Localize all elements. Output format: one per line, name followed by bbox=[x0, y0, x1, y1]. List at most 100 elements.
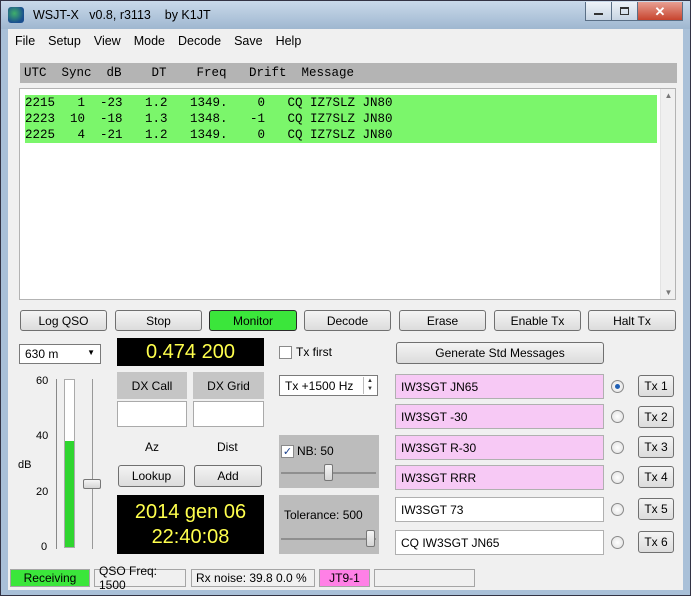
tx5-button[interactable]: Tx 5 bbox=[638, 498, 674, 520]
menu-view[interactable]: View bbox=[88, 34, 127, 48]
halt-tx-button[interactable]: Halt Tx bbox=[588, 310, 676, 331]
spin-down-icon[interactable]: ▼ bbox=[364, 385, 376, 393]
meter-level-bar bbox=[65, 441, 74, 547]
tx5-radio[interactable] bbox=[611, 503, 624, 516]
menu-file[interactable]: File bbox=[8, 34, 41, 48]
tx2-radio[interactable] bbox=[611, 410, 624, 423]
status-extra bbox=[374, 569, 475, 587]
clock-time: 22:40:08 bbox=[151, 526, 230, 548]
scroll-up-icon[interactable]: ▲ bbox=[664, 91, 673, 100]
tolerance-label: Tolerance: 500 bbox=[284, 508, 363, 522]
spin-up-icon[interactable]: ▲ bbox=[364, 377, 376, 385]
dx-grid-label: DX Grid bbox=[193, 372, 264, 399]
generate-std-messages-button[interactable]: Generate Std Messages bbox=[396, 342, 604, 364]
tx-offset-spinbox[interactable]: Tx +1500 Hz ▲ ▼ bbox=[279, 375, 378, 396]
tolerance-slider-track bbox=[281, 538, 376, 540]
chevron-down-icon: ▼ bbox=[87, 348, 95, 357]
meter-tick-label: 40 bbox=[36, 430, 49, 442]
stop-button[interactable]: Stop bbox=[115, 310, 202, 331]
tx-offset-value: Tx +1500 Hz bbox=[285, 378, 354, 393]
tx-first-option[interactable]: Tx first bbox=[279, 345, 332, 359]
menu-help[interactable]: Help bbox=[270, 34, 308, 48]
tx1-radio[interactable] bbox=[611, 380, 624, 393]
tx6-message-field[interactable]: CQ IW3SGT JN65 bbox=[395, 530, 604, 555]
decode-row[interactable]: 2225 4 -21 1.2 1349. 0 CQ IZ7SLZ JN80 bbox=[25, 127, 657, 143]
meter-tick-label: 0 bbox=[41, 541, 48, 553]
title-bar: WSJT-X v0.8, r3113 by K1JT ✕ bbox=[1, 1, 690, 29]
decode-row[interactable]: 2215 1 -23 1.2 1349. 0 CQ IZ7SLZ JN80 bbox=[25, 95, 657, 111]
tolerance-panel: Tolerance: 500 bbox=[279, 495, 379, 554]
tx3-radio[interactable] bbox=[611, 441, 624, 454]
add-button[interactable]: Add bbox=[194, 465, 262, 487]
menu-mode[interactable]: Mode bbox=[128, 34, 171, 48]
decode-list-header: UTC Sync dB DT Freq Drift Message bbox=[20, 63, 677, 83]
menu-setup[interactable]: Setup bbox=[42, 34, 87, 48]
enable-tx-button[interactable]: Enable Tx bbox=[494, 310, 581, 331]
tx2-message-field[interactable]: IW3SGT -30 bbox=[395, 404, 604, 429]
tx4-radio[interactable] bbox=[611, 471, 624, 484]
spin-arrows[interactable]: ▲ ▼ bbox=[363, 377, 376, 394]
maximize-icon bbox=[620, 7, 629, 15]
meter-track bbox=[64, 379, 75, 548]
mode-badge: JT9-1 bbox=[319, 569, 370, 587]
rx-noise-status: Rx noise: 39.8 0.0 % bbox=[191, 569, 315, 587]
menu-decode[interactable]: Decode bbox=[172, 34, 227, 48]
menu-bar: File Setup View Mode Decode Save Help bbox=[8, 31, 683, 51]
dx-call-label: DX Call bbox=[117, 372, 187, 399]
monitor-button[interactable]: Monitor bbox=[209, 310, 297, 331]
decode-list[interactable]: 2215 1 -23 1.2 1349. 0 CQ IZ7SLZ JN80 22… bbox=[19, 88, 676, 300]
tx-first-checkbox[interactable] bbox=[279, 345, 292, 359]
tx4-button[interactable]: Tx 4 bbox=[638, 466, 674, 488]
receiving-status: Receiving bbox=[10, 569, 90, 587]
decode-row[interactable]: 2223 10 -18 1.3 1348. -1 CQ IZ7SLZ JN80 bbox=[25, 111, 657, 127]
app-window: WSJT-X v0.8, r3113 by K1JT ✕ File Setup … bbox=[0, 0, 691, 596]
scroll-down-icon[interactable]: ▼ bbox=[664, 288, 673, 297]
close-button[interactable]: ✕ bbox=[637, 2, 683, 21]
window-title: WSJT-X v0.8, r3113 by K1JT bbox=[33, 8, 211, 22]
tx4-message-field[interactable]: IW3SGT RRR bbox=[395, 465, 604, 490]
clock-date: 2014 gen 06 bbox=[134, 501, 247, 523]
level-meter: 60 40 20 0 dB bbox=[8, 375, 113, 555]
frequency-display: 0.474 200 bbox=[117, 338, 264, 366]
nb-option[interactable]: ✓ NB: 50 bbox=[281, 444, 334, 458]
azimuth-label: Az bbox=[145, 440, 160, 454]
lookup-button[interactable]: Lookup bbox=[118, 465, 185, 487]
tx3-message-field[interactable]: IW3SGT R-30 bbox=[395, 435, 604, 460]
meter-unit-label: dB bbox=[18, 459, 32, 471]
tx5-message-field[interactable]: IW3SGT 73 bbox=[395, 497, 604, 522]
nb-label: NB: 50 bbox=[297, 444, 334, 458]
distance-label: Dist bbox=[217, 440, 238, 454]
erase-button[interactable]: Erase bbox=[399, 310, 486, 331]
band-value: 630 m bbox=[25, 347, 59, 361]
decode-list-scrollbar[interactable]: ▲ ▼ bbox=[660, 89, 675, 299]
meter-axis bbox=[56, 379, 57, 549]
band-select[interactable]: 630 m ▼ bbox=[19, 344, 101, 364]
gain-slider-handle[interactable] bbox=[83, 479, 101, 489]
client-area: File Setup View Mode Decode Save Help UT… bbox=[8, 29, 683, 592]
tx6-button[interactable]: Tx 6 bbox=[638, 531, 674, 553]
minimize-button[interactable] bbox=[585, 2, 612, 21]
dx-grid-input[interactable] bbox=[193, 401, 264, 427]
meter-tick-label: 20 bbox=[36, 486, 49, 498]
log-qso-button[interactable]: Log QSO bbox=[20, 310, 107, 331]
noise-blanker-panel: ✓ NB: 50 bbox=[279, 435, 379, 488]
nb-slider-handle[interactable] bbox=[324, 464, 333, 481]
menu-save[interactable]: Save bbox=[228, 34, 269, 48]
tx6-radio[interactable] bbox=[611, 536, 624, 549]
meter-tick-label: 60 bbox=[36, 375, 49, 387]
minimize-icon bbox=[594, 13, 603, 15]
tx1-message-field[interactable]: IW3SGT JN65 bbox=[395, 374, 604, 399]
nb-checkbox[interactable]: ✓ bbox=[281, 444, 294, 458]
dx-call-input[interactable] bbox=[117, 401, 187, 427]
decode-button[interactable]: Decode bbox=[304, 310, 391, 331]
tx2-button[interactable]: Tx 2 bbox=[638, 406, 674, 428]
maximize-button[interactable] bbox=[611, 2, 638, 21]
close-icon: ✕ bbox=[654, 3, 666, 19]
tolerance-slider-handle[interactable] bbox=[366, 530, 375, 547]
qso-freq-status: QSO Freq: 1500 bbox=[94, 564, 186, 592]
tx1-button[interactable]: Tx 1 bbox=[638, 375, 674, 397]
clock-display: 2014 gen 06 22:40:08 bbox=[117, 495, 264, 554]
gain-slider-track bbox=[92, 379, 93, 549]
tx-first-label: Tx first bbox=[296, 345, 332, 359]
tx3-button[interactable]: Tx 3 bbox=[638, 436, 674, 458]
